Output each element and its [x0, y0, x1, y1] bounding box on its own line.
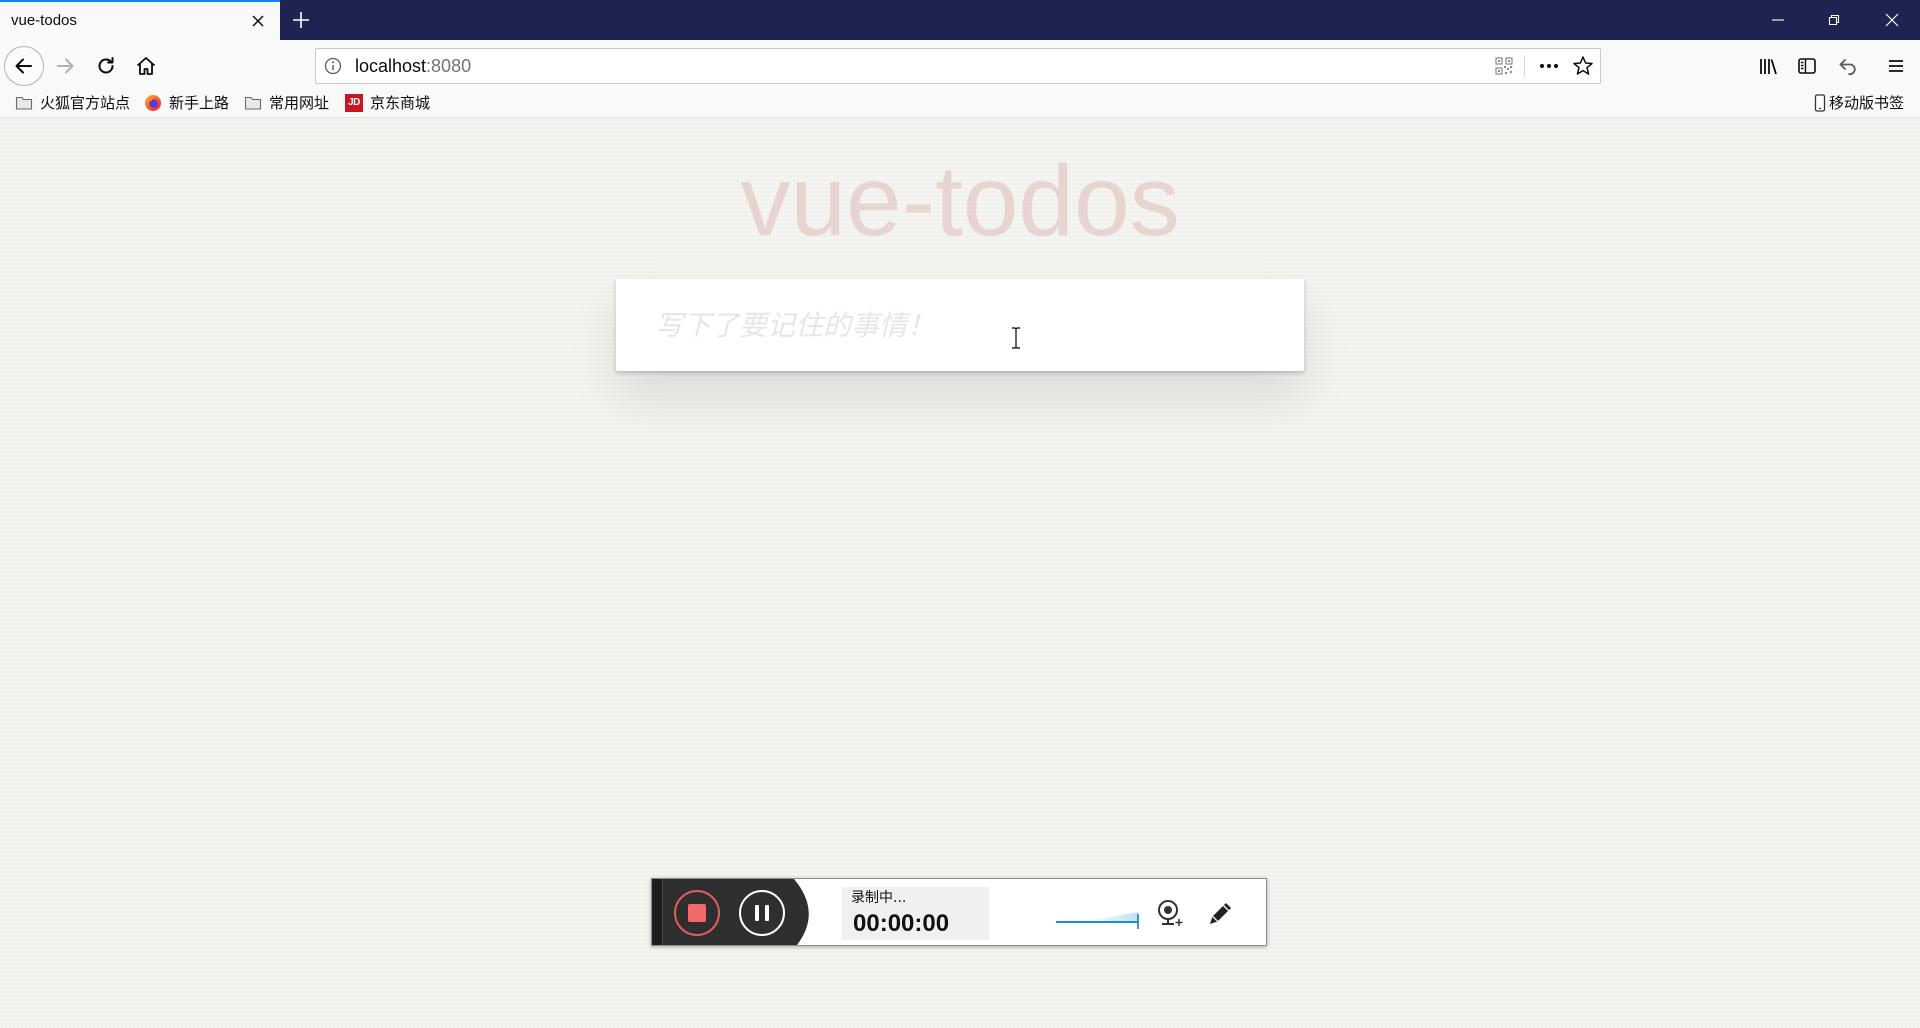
- stop-icon: [688, 904, 706, 922]
- forward-arrow-icon: [57, 58, 74, 74]
- bookmark-item[interactable]: 新手上路: [144, 88, 229, 117]
- recording-timer: 00:00:00: [853, 910, 950, 937]
- close-window-icon[interactable]: [1869, 0, 1915, 40]
- phone-icon: [1814, 93, 1826, 112]
- folder-icon: [15, 94, 33, 112]
- page-actions-menu-icon[interactable]: [1536, 54, 1562, 78]
- minimize-window-icon[interactable]: [1755, 0, 1801, 40]
- jd-logo: JD: [345, 93, 363, 112]
- new-tab-icon[interactable]: [291, 10, 311, 30]
- firefox-icon: [144, 94, 162, 112]
- undo-arrow-icon[interactable]: [1837, 55, 1859, 77]
- address-text[interactable]: localhost:8080: [355, 49, 471, 83]
- text-cursor-icon: [1010, 326, 1022, 350]
- home-button[interactable]: [130, 50, 162, 82]
- stop-recording-button[interactable]: [674, 890, 720, 936]
- back-arrow-icon: [15, 58, 32, 74]
- qr-code-icon[interactable]: [1494, 56, 1514, 76]
- mobile-bookmarks[interactable]: 移动版书签: [1814, 88, 1904, 117]
- address-port: :8080: [426, 56, 472, 76]
- bookmark-item[interactable]: 常用网址: [244, 88, 329, 117]
- address-bar-separator: [1524, 55, 1525, 77]
- bookmark-item[interactable]: 火狐官方站点: [15, 88, 130, 117]
- reload-icon: [98, 57, 114, 74]
- library-icon[interactable]: [1757, 55, 1779, 77]
- new-todo-container: [616, 279, 1304, 371]
- home-icon: [136, 57, 156, 75]
- pause-icon: [765, 905, 769, 921]
- pause-recording-button[interactable]: [739, 890, 785, 936]
- navigation-toolbar: localhost:8080: [0, 40, 1920, 88]
- tab-bar: vue-todos: [0, 0, 1920, 40]
- bookmarks-toolbar: 火狐官方站点 新手上路 常用网址 JD 京东商城 移动版书签: [0, 88, 1920, 118]
- sidebar-icon[interactable]: [1796, 55, 1818, 77]
- back-button[interactable]: [4, 46, 44, 86]
- address-host: localhost: [355, 56, 427, 76]
- bookmark-label: 火狐官方站点: [40, 94, 131, 112]
- forward-button[interactable]: [49, 50, 81, 82]
- screen-recorder-toolbar: 录制中... 00:00:00: [651, 878, 1267, 946]
- hamburger-menu-icon[interactable]: [1885, 55, 1907, 77]
- folder-icon: [244, 94, 262, 112]
- bookmark-star-icon[interactable]: [1572, 55, 1594, 77]
- volume-level-icon[interactable]: [1052, 905, 1144, 935]
- address-bar[interactable]: localhost:8080: [315, 48, 1601, 84]
- pencil-icon[interactable]: [1206, 898, 1236, 928]
- bookmark-label: 新手上路: [169, 94, 230, 112]
- reload-button[interactable]: [90, 50, 122, 82]
- bookmark-label: 常用网址: [269, 94, 330, 112]
- recording-status-panel: 录制中... 00:00:00: [842, 887, 989, 940]
- new-todo-input[interactable]: [616, 279, 1304, 371]
- recording-status-text: 录制中...: [851, 890, 907, 906]
- tab-close-icon[interactable]: [249, 12, 267, 30]
- page-content: vue-todos 录制中... 00:00:00: [0, 118, 1920, 1028]
- tab-title: vue-todos: [11, 12, 77, 29]
- app-title: vue-todos: [740, 145, 1180, 257]
- bookmark-item[interactable]: JD 京东商城: [345, 88, 430, 117]
- bookmark-label: 京东商城: [370, 94, 431, 112]
- site-info-icon[interactable]: [324, 57, 342, 75]
- restore-window-icon[interactable]: [1811, 0, 1857, 40]
- pause-icon: [755, 905, 759, 921]
- mobile-bookmarks-label: 移动版书签: [1829, 94, 1905, 112]
- webcam-icon[interactable]: [1155, 898, 1185, 928]
- tab-vue-todos[interactable]: vue-todos: [0, 0, 280, 40]
- jd-icon: JD: [345, 93, 363, 112]
